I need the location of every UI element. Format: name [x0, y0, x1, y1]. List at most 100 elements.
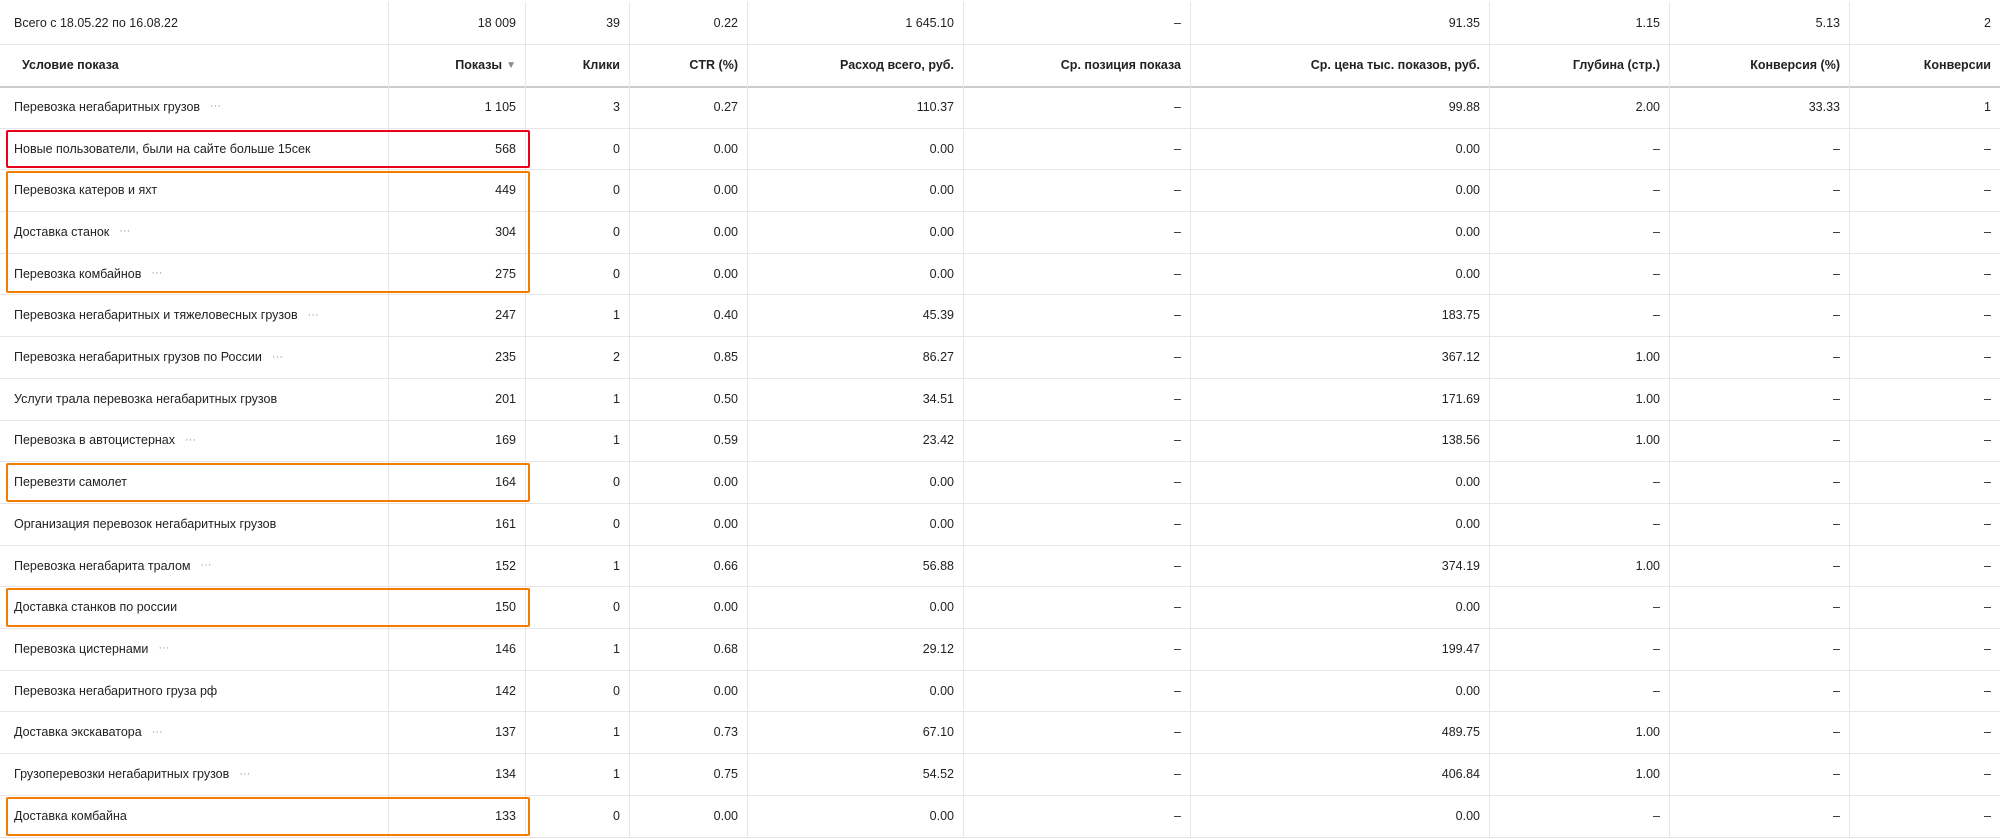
- row-depth-cell: –: [1490, 503, 1670, 545]
- row-impressions-cell: 1 105: [389, 86, 526, 128]
- row-depth-cell: 1.00: [1490, 419, 1670, 462]
- row-conversions-cell: –: [1984, 725, 1991, 740]
- row-spend-cell: 0.00: [748, 211, 964, 253]
- column-header-clicks[interactable]: Клики: [526, 44, 630, 86]
- row-depth-cell: 1.00: [1490, 377, 1670, 420]
- row-impressions-cell: 152: [389, 544, 526, 587]
- row-conv-rate-cell: –: [1670, 252, 1850, 295]
- row-depth-cell: –: [1490, 127, 1670, 170]
- row-conversions-cell: –: [1984, 475, 1991, 490]
- row-depth-cell: –: [1490, 669, 1670, 712]
- more-dots-icon[interactable]: ···: [119, 226, 130, 237]
- row-conv-rate-cell: –: [1670, 211, 1850, 253]
- sort-desc-icon[interactable]: ▼: [506, 60, 516, 71]
- row-avg-position-cell: –: [964, 628, 1191, 670]
- row-condition-cell: Новые пользователи, были на сайте больше…: [0, 127, 389, 170]
- row-spend-cell: 0.00: [748, 669, 964, 712]
- more-dots-icon[interactable]: ···: [210, 101, 221, 112]
- table-row: Перевозка цистернами ··· 146 1 0.68 29.12–199…: [0, 628, 2000, 671]
- column-header-condition[interactable]: Условие показа: [0, 44, 389, 86]
- row-ctr-cell: 0.50: [630, 377, 748, 420]
- table-row: Перевозка в автоцистернах ··· 169 1 0.59 23.4…: [0, 419, 2000, 463]
- row-condition-label: Перевезти самолет: [14, 475, 127, 490]
- more-dots-icon[interactable]: ···: [201, 560, 212, 571]
- row-depth-cell: –: [1490, 586, 1670, 629]
- row-conversions-cell: –: [1984, 558, 1991, 573]
- more-dots-icon[interactable]: ···: [308, 309, 319, 321]
- row-conv-rate-cell: –: [1670, 711, 1850, 754]
- row-condition-label: Перевозка катеров и яхт: [14, 183, 158, 198]
- table-row: Перевозка негабаритных и тяжеловесных гр…: [0, 294, 2000, 338]
- column-header-impressions[interactable]: Показы ▼: [389, 44, 526, 86]
- row-cpm-cell: 0.00: [1191, 503, 1490, 545]
- totals-impressions: 18 009: [389, 2, 526, 44]
- totals-depth: 1.15: [1490, 2, 1670, 44]
- row-impressions-cell: 133: [389, 794, 526, 837]
- row-ctr-cell: 0.85: [630, 336, 748, 378]
- row-clicks-cell: 0: [526, 252, 630, 295]
- row-cpm-cell: 0.00: [1191, 211, 1490, 253]
- column-header-conv-rate[interactable]: Конверсия (%): [1670, 44, 1850, 86]
- more-dots-icon[interactable]: ···: [152, 726, 163, 738]
- row-condition-cell: Перевозка негабарита тралом ···: [0, 544, 389, 587]
- row-avg-position-cell: –: [964, 419, 1191, 462]
- row-ctr-cell: 0.00: [630, 211, 748, 253]
- row-clicks-cell: 1: [526, 544, 630, 587]
- row-cpm-cell: 183.75: [1191, 294, 1490, 337]
- row-avg-position-cell: –: [964, 711, 1191, 754]
- row-avg-position-cell: –: [964, 586, 1191, 629]
- row-spend-cell: 29.12: [748, 628, 964, 670]
- row-condition-label: Доставка комбайна: [14, 808, 127, 823]
- row-ctr-cell: 0.66: [630, 544, 748, 587]
- table-row: Услуги трала перевозка негабаритных груз…: [0, 377, 2000, 421]
- column-header-depth[interactable]: Глубина (стр.): [1490, 44, 1670, 86]
- column-header-impressions-label: Показы: [455, 58, 503, 72]
- row-impressions-cell: 134: [389, 753, 526, 795]
- table-header: Условие показа Показы ▼ Клики CTR (%) Ра…: [0, 44, 2000, 88]
- row-condition-cell: Доставка экскаватора ···: [0, 711, 389, 754]
- row-avg-position-cell: –: [964, 377, 1191, 420]
- row-condition-cell: Доставка станок ···: [0, 211, 389, 253]
- row-clicks-cell: 1: [526, 753, 630, 795]
- more-dots-icon[interactable]: ···: [158, 643, 169, 654]
- row-cpm-cell: 367.12: [1191, 336, 1490, 378]
- row-condition-label: Перевозка негабаритных и тяжеловесных гр…: [14, 308, 298, 323]
- row-impressions-cell: 142: [389, 669, 526, 712]
- row-impressions-cell: 235: [389, 336, 526, 378]
- more-dots-icon[interactable]: ···: [239, 768, 250, 780]
- row-impressions-cell: 568: [389, 127, 526, 170]
- row-conv-rate-cell: –: [1670, 419, 1850, 462]
- row-conversions-cell: –: [1984, 600, 1991, 615]
- row-conversions-cell: –: [1984, 767, 1991, 782]
- row-conv-rate-cell: –: [1670, 336, 1850, 378]
- row-conversions-cell: –: [1984, 516, 1991, 531]
- column-header-ctr[interactable]: CTR (%): [630, 44, 748, 86]
- column-header-conversions[interactable]: Конверсии: [1850, 44, 2000, 86]
- row-clicks-cell: 1: [526, 628, 630, 670]
- more-dots-icon[interactable]: ···: [272, 351, 283, 363]
- row-clicks-cell: 0: [526, 794, 630, 837]
- row-impressions-cell: 146: [389, 628, 526, 670]
- row-conv-rate-cell: 33.33: [1670, 86, 1850, 128]
- table-row: Организация перевозок негабаритных грузо…: [0, 503, 2000, 546]
- column-header-spend[interactable]: Расход всего, руб.: [748, 44, 964, 86]
- column-header-cpm[interactable]: Ср. цена тыс. показов, руб.: [1191, 44, 1490, 86]
- row-spend-cell: 0.00: [748, 252, 964, 295]
- row-avg-position-cell: –: [964, 252, 1191, 295]
- row-conv-rate-cell: –: [1670, 503, 1850, 545]
- row-ctr-cell: 0.00: [630, 461, 748, 503]
- row-avg-position-cell: –: [964, 86, 1191, 128]
- more-dots-icon[interactable]: ···: [151, 268, 162, 279]
- row-condition-label: Новые пользователи, были на сайте больше…: [14, 141, 311, 156]
- table-row: Доставка комбайна 133 0 0.00 0.00–0.00– – –: [0, 794, 2000, 838]
- row-clicks-cell: 1: [526, 377, 630, 420]
- totals-conversions: 2: [1984, 16, 1991, 30]
- row-impressions-cell: 247: [389, 294, 526, 337]
- row-clicks-cell: 0: [526, 669, 630, 712]
- row-conv-rate-cell: –: [1670, 377, 1850, 420]
- row-ctr-cell: 0.00: [630, 503, 748, 545]
- row-clicks-cell: 1: [526, 419, 630, 462]
- column-header-avg-position[interactable]: Ср. позиция показа: [964, 44, 1191, 86]
- row-condition-label: Организация перевозок негабаритных грузо…: [14, 516, 277, 531]
- more-dots-icon[interactable]: ···: [185, 434, 196, 446]
